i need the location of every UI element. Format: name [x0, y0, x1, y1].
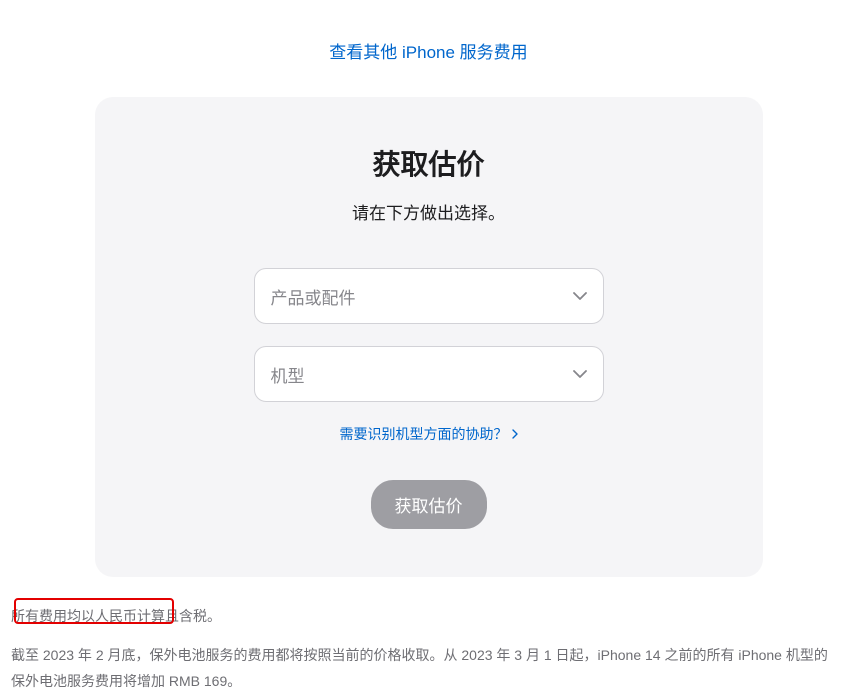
help-link-container: 需要识别机型方面的协助？ [135, 424, 723, 444]
model-select[interactable]: 机型 [254, 346, 604, 402]
chevron-down-icon [573, 370, 587, 378]
top-link-container: 查看其他 iPhone 服务费用 [0, 0, 857, 79]
identify-model-help-link[interactable]: 需要识别机型方面的协助？ [340, 424, 518, 444]
card-title: 获取估价 [135, 143, 723, 183]
model-select-wrap: 机型 [254, 346, 604, 402]
disclaimer: 所有费用均以人民币计算且含税。 截至 2023 年 2 月底，保外电池服务的费用… [11, 603, 839, 695]
model-select-placeholder: 机型 [271, 362, 305, 387]
other-iphone-services-link[interactable]: 查看其他 iPhone 服务费用 [329, 43, 527, 62]
product-select[interactable]: 产品或配件 [254, 268, 604, 324]
chevron-down-icon [573, 292, 587, 300]
card-subtitle: 请在下方做出选择。 [135, 199, 723, 224]
estimate-card: 获取估价 请在下方做出选择。 产品或配件 机型 需要识别机型方面的协助？ 获取估… [95, 97, 763, 577]
disclaimer-line-2: 截至 2023 年 2 月底，保外电池服务的费用都将按照当前的价格收取。从 20… [11, 642, 839, 695]
get-estimate-button[interactable]: 获取估价 [371, 480, 487, 529]
product-select-wrap: 产品或配件 [254, 268, 604, 324]
help-link-text: 需要识别机型方面的协助？ [340, 424, 508, 444]
chevron-right-icon [512, 429, 518, 439]
disclaimer-line-1: 所有费用均以人民币计算且含税。 [11, 603, 839, 630]
product-select-placeholder: 产品或配件 [271, 284, 356, 309]
